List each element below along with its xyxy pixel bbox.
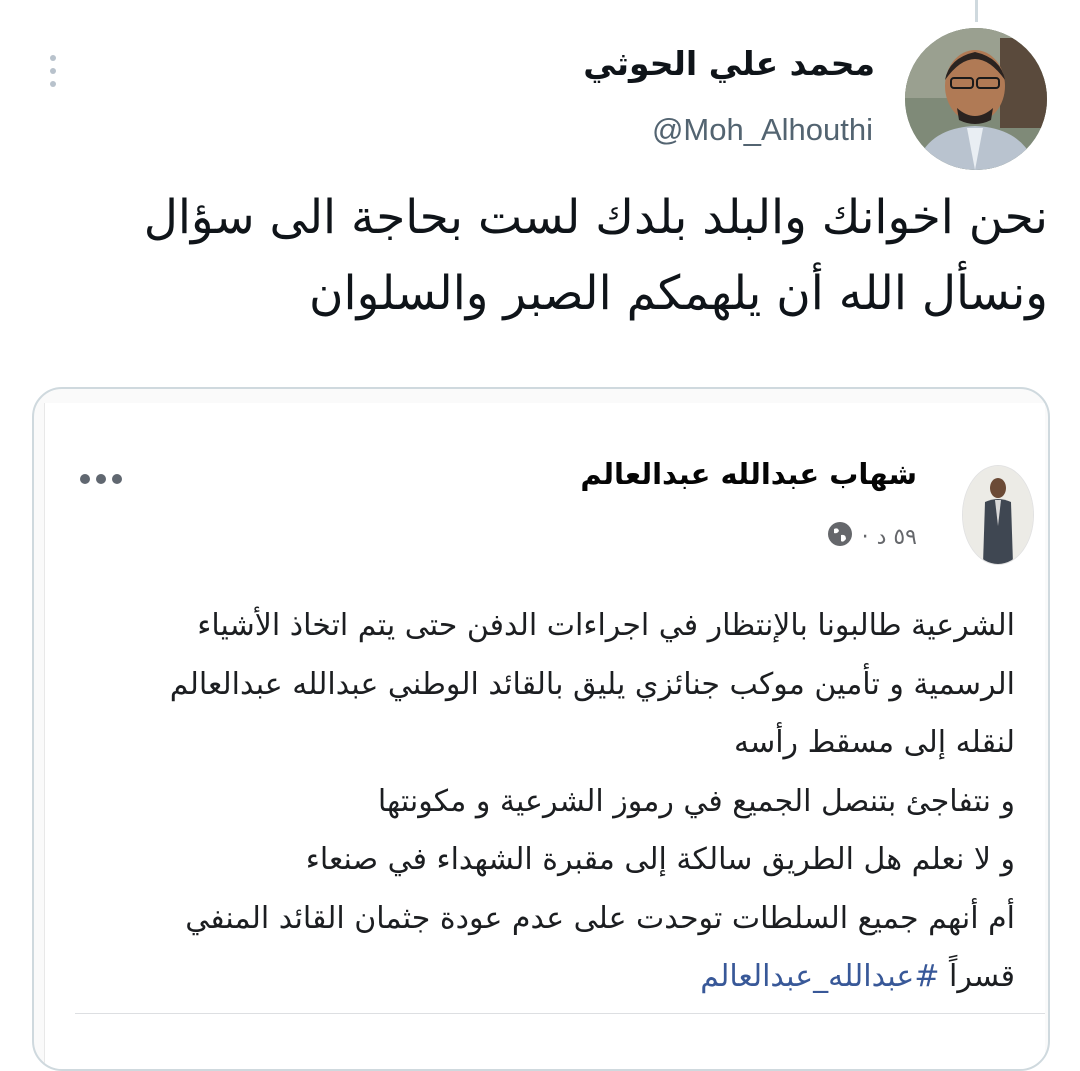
post-body-line: و لا نعلم هل الطريق سالكة إلى مقبرة الشه… [305,842,1015,877]
post-meta: ٥٩ د · [826,521,917,553]
more-options-icon[interactable] [45,53,61,89]
horizontal-dots-icon [79,471,123,485]
author-handle[interactable]: @Moh_Alhouthi [652,112,873,148]
post-body-line: الرسمية و تأمين موكب جنائزي يليق بالقائد… [169,666,1015,702]
tweet-text-line: نحن اخوانك والبلد بلدك لست بحاجة الى سؤا… [143,190,1048,245]
author-display-name[interactable]: محمد علي الحوثي [583,44,875,83]
post-body-last-line: قسراً #عبدالله_عبدالعالم [60,948,1015,1007]
post-body-line: و نتفاجئ بتنصل الجميع في رموز الشرعية و … [377,783,1015,819]
post-divider [75,1013,1045,1014]
post-author-name: شهاب عبدالله عبدالعالم [580,457,917,491]
post-time: ٥٩ د [876,524,917,550]
post-body-line: لنقله إلى مسقط رأسه [733,725,1015,760]
post-body-line: الشرعية طالبونا بالإنتظار في اجراءات الد… [197,608,1015,643]
meta-separator: · [861,524,869,550]
facebook-post-screenshot: شهاب عبدالله عبدالعالم ٥٩ د · الشرعية طا… [44,403,1045,1069]
tweet-media-card[interactable]: شهاب عبدالله عبدالعالم ٥٩ د · الشرعية طا… [32,387,1050,1071]
tweet-text: نحن اخوانك والبلد بلدك لست بحاجة الى سؤا… [38,180,1048,332]
post-body-prefix: قسراً [939,959,1015,994]
avatar[interactable] [905,28,1047,170]
post-author-avatar [962,465,1034,565]
tweet-text-line: ونسأل الله أن يلهمكم الصبر والسلوان [309,266,1048,321]
thread-connector-line [975,0,978,22]
hashtag-link: #عبدالله_عبدالعالم [700,959,940,994]
post-body-line: أم أنهم جميع السلطات توحدت على عدم عودة … [185,900,1015,936]
avatar-photo [905,28,1047,170]
globe-icon [826,520,854,554]
post-body: الشرعية طالبونا بالإنتظار في اجراءات الد… [60,597,1015,1007]
